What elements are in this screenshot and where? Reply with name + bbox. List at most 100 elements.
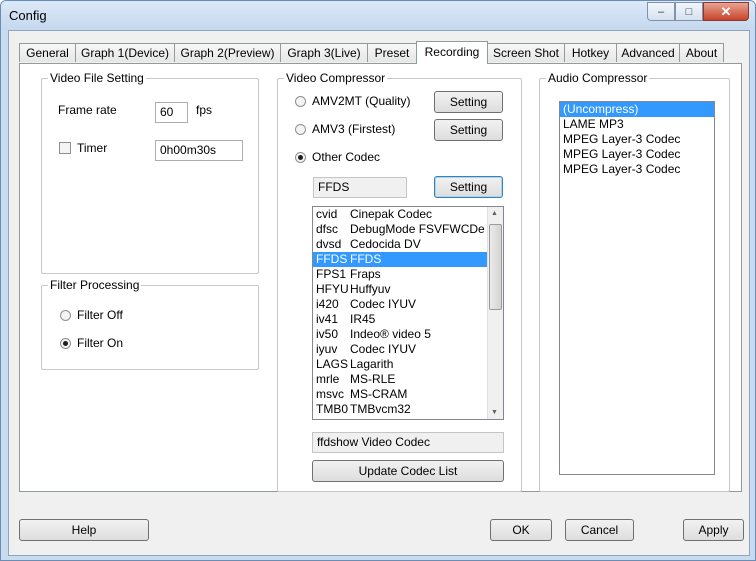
window-title: Config xyxy=(9,8,47,23)
tab-hotkey[interactable]: Hotkey xyxy=(564,43,617,62)
scroll-down-icon[interactable]: ▼ xyxy=(491,409,498,416)
audio-codec-list-item[interactable]: MPEG Layer-3 Codec xyxy=(560,147,714,162)
video-file-setting-group: Video File Setting Frame rate 60 fps Tim… xyxy=(41,71,259,274)
amv3-setting-button[interactable]: Setting xyxy=(434,119,503,141)
timer-input[interactable]: 0h00m30s xyxy=(155,140,243,161)
codec-fourcc: dvsd xyxy=(316,237,342,251)
codec-fourcc: iv41 xyxy=(316,312,339,326)
close-button[interactable]: ✕ xyxy=(703,2,749,21)
caption-buttons: – □ ✕ xyxy=(647,2,749,21)
codec-list-item[interactable]: dfsc DebugMode FSVFWCDe xyxy=(313,222,503,237)
codec-name: Lagarith xyxy=(350,357,394,371)
ok-button[interactable]: OK xyxy=(490,519,552,541)
codec-description-field: ffdshow Video Codec xyxy=(312,432,504,453)
codec-setting-button[interactable]: Setting xyxy=(434,176,503,198)
codec-list-item[interactable]: iv50 Indeo® video 5 xyxy=(313,327,503,342)
codec-name: MS-CRAM xyxy=(350,387,408,401)
apply-button[interactable]: Apply xyxy=(683,519,744,541)
codec-list-item[interactable]: iv41 IR45 xyxy=(313,312,503,327)
codec-list-item[interactable]: HFYUHuffyuv xyxy=(313,282,503,297)
tab-graph3-live[interactable]: Graph 3(Live) xyxy=(280,43,368,62)
codec-list-item[interactable]: iyuv Codec IYUV xyxy=(313,342,503,357)
filter-off-label: Filter Off xyxy=(77,308,123,322)
tab-graph1-device[interactable]: Graph 1(Device) xyxy=(75,43,175,62)
codec-fourcc: FPS1 xyxy=(316,267,347,281)
tab-screen-shot[interactable]: Screen Shot xyxy=(487,43,565,62)
timer-label: Timer xyxy=(77,141,108,155)
config-window: Config – □ ✕ General Graph 1(Device) Gra… xyxy=(0,0,756,561)
frame-rate-input[interactable]: 60 xyxy=(155,102,188,123)
codec-list-item[interactable]: FFDS FFDS xyxy=(313,252,503,267)
codec-list-item[interactable]: dvsd Cedocida DV xyxy=(313,237,503,252)
codec-list-item[interactable]: i420 Codec IYUV xyxy=(313,297,503,312)
amv2mt-label: AMV2MT (Quality) xyxy=(312,94,411,108)
codec-name: Indeo® video 5 xyxy=(350,327,431,341)
scrollbar-thumb[interactable] xyxy=(489,224,502,310)
codec-name: Huffyuv xyxy=(350,282,391,296)
codec-fourcc: TMB0 xyxy=(316,402,349,416)
cancel-button[interactable]: Cancel xyxy=(565,519,634,541)
codec-name: FFDS xyxy=(350,252,382,266)
amv3-radio[interactable] xyxy=(295,124,306,135)
codec-name: TMBvcm32 xyxy=(350,402,411,416)
codec-list-item[interactable]: cvid Cinepak Codec xyxy=(313,207,503,222)
help-button[interactable]: Help xyxy=(19,519,149,541)
codec-list-item[interactable]: mrle MS-RLE xyxy=(313,372,503,387)
timer-checkbox[interactable] xyxy=(59,142,71,154)
other-codec-label: Other Codec xyxy=(312,150,381,164)
codec-name: Codec IYUV xyxy=(350,342,417,356)
filter-off-radio[interactable] xyxy=(60,310,71,321)
title-bar[interactable]: Config – □ ✕ xyxy=(1,1,755,30)
filter-processing-group: Filter Processing Filter Off Filter On xyxy=(41,278,259,370)
codec-name: MS-RLE xyxy=(350,372,396,386)
audio-codec-list-item[interactable]: LAME MP3 xyxy=(560,117,714,132)
audio-compressor-group: Audio Compressor (Uncompress) LAME MP3 MPE… xyxy=(539,71,730,492)
codec-list-scrollbar[interactable]: ▲ ▼ xyxy=(487,207,503,419)
codec-fourcc: mrle xyxy=(316,372,340,386)
codec-fourcc: iv50 xyxy=(316,327,339,341)
frame-rate-label: Frame rate xyxy=(58,103,117,117)
codec-list-item[interactable]: LAGS Lagarith xyxy=(313,357,503,372)
codec-list-item[interactable]: TMB0 TMBvcm32 xyxy=(313,402,503,417)
audio-codec-list-item[interactable]: MPEG Layer-3 Codec xyxy=(560,132,714,147)
audio-codec-list-item[interactable]: (Uncompress) xyxy=(560,102,714,117)
codec-name: IR45 xyxy=(350,312,376,326)
minimize-button[interactable]: – xyxy=(647,2,675,21)
codec-name: Cinepak Codec xyxy=(350,207,433,221)
amv2mt-radio[interactable] xyxy=(295,96,306,107)
codec-list-item[interactable]: msvc MS-CRAM xyxy=(313,387,503,402)
codec-fourcc: FFDS xyxy=(316,252,348,266)
codec-fourcc: LAGS xyxy=(316,357,349,371)
audio-codec-list-item[interactable]: MPEG Layer-3 Codec xyxy=(560,162,714,177)
amv2mt-setting-button[interactable]: Setting xyxy=(434,91,503,113)
tab-about[interactable]: About xyxy=(679,43,724,62)
codec-name: Codec IYUV xyxy=(350,297,417,311)
radio-dot xyxy=(63,341,68,346)
other-codec-radio[interactable] xyxy=(295,152,306,163)
client-area: General Graph 1(Device) Graph 2(Preview)… xyxy=(8,30,750,556)
tab-general[interactable]: General xyxy=(19,43,76,62)
codec-listbox[interactable]: cvid Cinepak Codec dfsc DebugMode FSVFWCDe d… xyxy=(312,206,504,420)
minimize-icon: – xyxy=(657,5,665,18)
tab-recording[interactable]: Recording xyxy=(416,41,488,64)
codec-list-item[interactable]: FPS1 Fraps xyxy=(313,267,503,282)
codec-name: DebugMode FSVFWCDe xyxy=(350,222,485,236)
filter-on-label: Filter On xyxy=(77,336,124,350)
maximize-button[interactable]: □ xyxy=(675,2,703,21)
codec-fourcc: iyuv xyxy=(316,342,338,356)
tab-advanced[interactable]: Advanced xyxy=(616,43,680,62)
tab-preset[interactable]: Preset xyxy=(367,43,417,62)
audio-codec-listbox[interactable]: (Uncompress) LAME MP3 MPEG Layer-3 Codec MP… xyxy=(559,101,715,475)
codec-name: Cedocida DV xyxy=(350,237,421,251)
tab-graph2-preview[interactable]: Graph 2(Preview) xyxy=(174,43,281,62)
video-file-setting-legend: Video File Setting xyxy=(48,71,146,85)
codec-name: Fraps xyxy=(350,267,381,281)
codec-fourcc: i420 xyxy=(316,297,339,311)
recording-tab-pane: Video File Setting Frame rate 60 fps Tim… xyxy=(19,63,742,492)
update-codec-list-button[interactable]: Update Codec List xyxy=(312,460,504,482)
codec-fourcc-field: FFDS xyxy=(313,177,407,198)
scroll-up-icon[interactable]: ▲ xyxy=(491,210,498,217)
audio-compressor-legend: Audio Compressor xyxy=(546,71,650,85)
video-compressor-legend: Video Compressor xyxy=(284,71,388,85)
filter-on-radio[interactable] xyxy=(60,338,71,349)
